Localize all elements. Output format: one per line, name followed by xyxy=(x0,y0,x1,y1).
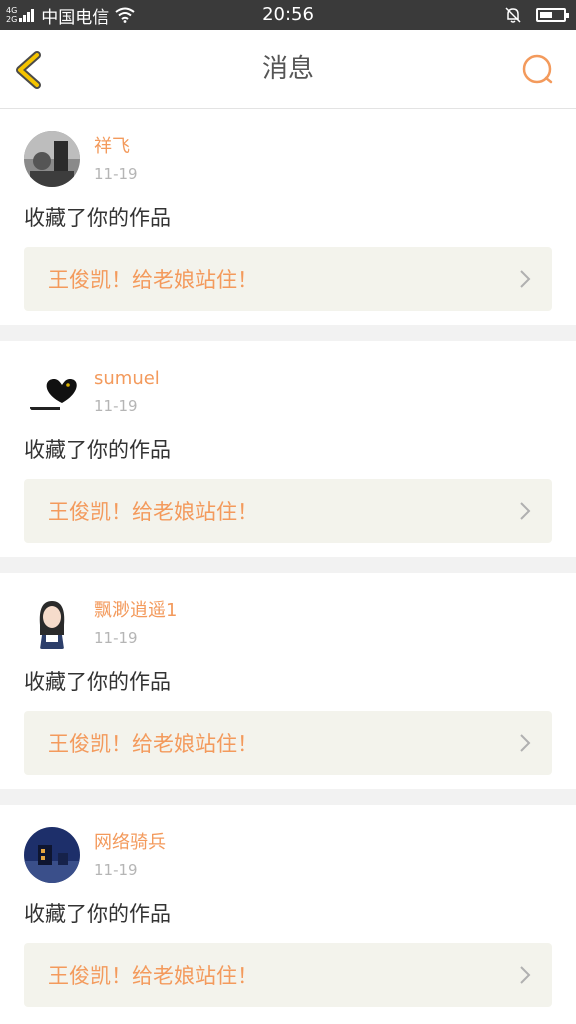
search-icon[interactable] xyxy=(520,52,556,88)
clock: 20:56 xyxy=(262,4,314,25)
chevron-right-icon xyxy=(520,502,531,520)
nav-bar: 消息 xyxy=(0,30,576,109)
work-link[interactable]: 王俊凯！给老娘站住！ xyxy=(24,247,552,311)
chevron-right-icon xyxy=(520,966,531,984)
chevron-right-icon xyxy=(520,734,531,752)
avatar[interactable] xyxy=(24,131,80,187)
message-card: 祥飞 11-19 收藏了你的作品 王俊凯！给老娘站住！ xyxy=(0,109,576,341)
message-card: sumuel 11-19 收藏了你的作品 王俊凯！给老娘站住！ xyxy=(0,341,576,573)
battery-icon xyxy=(536,8,569,22)
user-name[interactable]: 网络骑兵 xyxy=(94,831,166,855)
work-title: 王俊凯！给老娘站住！ xyxy=(48,268,258,292)
page-title: 消息 xyxy=(261,54,314,84)
message-list: 祥飞 11-19 收藏了你的作品 王俊凯！给老娘站住！ sumuel 11-19… xyxy=(0,109,576,1021)
avatar[interactable] xyxy=(24,827,80,883)
message-action: 收藏了你的作品 xyxy=(24,438,171,462)
message-date: 11-19 xyxy=(94,397,138,415)
avatar[interactable] xyxy=(24,363,80,419)
work-link[interactable]: 王俊凯！给老娘站住！ xyxy=(24,479,552,543)
message-date: 11-19 xyxy=(94,629,138,647)
avatar[interactable] xyxy=(24,595,80,651)
user-meta: sumuel 11-19 xyxy=(94,363,160,415)
message-date: 11-19 xyxy=(94,165,138,183)
user-meta: 网络骑兵 11-19 xyxy=(94,827,166,879)
mute-bell-icon xyxy=(505,7,521,23)
message-action: 收藏了你的作品 xyxy=(24,206,171,230)
message-card: 飘渺逍遥1 11-19 收藏了你的作品 王俊凯！给老娘站住！ xyxy=(0,573,576,805)
user-meta: 飘渺逍遥1 11-19 xyxy=(94,595,177,647)
message-date: 11-19 xyxy=(94,861,138,879)
avatar-heart xyxy=(24,363,80,419)
status-bar-right xyxy=(504,0,569,30)
battery-level xyxy=(540,12,552,18)
user-name[interactable]: sumuel xyxy=(94,367,160,391)
chevron-right-icon xyxy=(520,270,531,288)
message-header: 网络骑兵 11-19 xyxy=(24,827,552,887)
message-header: 飘渺逍遥1 11-19 xyxy=(24,595,552,655)
status-bar: 4G 2G 中国电信 20:56 xyxy=(0,0,576,30)
avatar-photo xyxy=(24,131,80,187)
message-header: sumuel 11-19 xyxy=(24,363,552,423)
work-title: 王俊凯！给老娘站住！ xyxy=(48,500,258,524)
avatar-girl xyxy=(24,595,80,651)
message-action: 收藏了你的作品 xyxy=(24,902,171,926)
work-link[interactable]: 王俊凯！给老娘站住！ xyxy=(24,711,552,775)
message-header: 祥飞 11-19 xyxy=(24,131,552,191)
message-action: 收藏了你的作品 xyxy=(24,670,171,694)
work-title: 王俊凯！给老娘站住！ xyxy=(48,732,258,756)
work-link[interactable]: 王俊凯！给老娘站住！ xyxy=(24,943,552,1007)
user-name[interactable]: 飘渺逍遥1 xyxy=(94,599,177,623)
work-title: 王俊凯！给老娘站住！ xyxy=(48,964,258,988)
message-card: 网络骑兵 11-19 收藏了你的作品 王俊凯！给老娘站住！ xyxy=(0,805,576,1021)
user-meta: 祥飞 11-19 xyxy=(94,131,138,183)
avatar-night-scene xyxy=(24,827,80,883)
user-name[interactable]: 祥飞 xyxy=(94,135,138,159)
